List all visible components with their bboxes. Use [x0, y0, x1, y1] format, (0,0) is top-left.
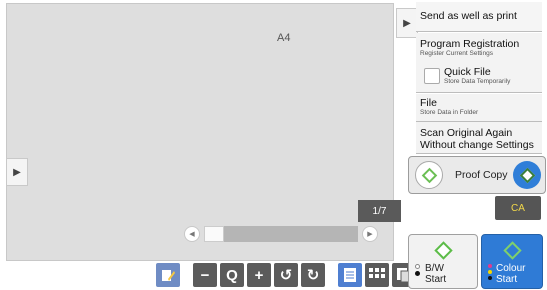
- preview-area: A4: [6, 3, 394, 261]
- send-print-label: Send as well as print: [420, 10, 517, 22]
- send-as-well-as-print-button[interactable]: Send as well as print: [416, 2, 542, 32]
- magnifier-icon[interactable]: Q: [220, 263, 244, 287]
- right-panel-handle[interactable]: ▶: [396, 8, 418, 38]
- bw-start-label: Start: [425, 274, 447, 285]
- thumbnail-view-icon[interactable]: [365, 263, 389, 287]
- pencil-icon: [162, 270, 175, 281]
- grid-icon: [369, 268, 385, 278]
- zoom-out-button[interactable]: −: [193, 263, 217, 287]
- proof-copy-button[interactable]: Proof Copy: [408, 156, 546, 194]
- expand-arrow-icon: ▶: [403, 17, 411, 29]
- scroll-track[interactable]: [204, 226, 358, 242]
- program-registration-title: Program Registration: [420, 38, 520, 50]
- proof-copy-label: Proof Copy: [455, 169, 508, 181]
- colour-start-button[interactable]: Colour Start: [481, 234, 543, 289]
- paper-size-label: A4: [277, 32, 291, 44]
- scroll-thumb[interactable]: [204, 226, 224, 242]
- file-subtitle: Store Data in Folder: [420, 109, 479, 116]
- scan-original-again-button[interactable]: Scan Original Again Without change Setti…: [416, 122, 542, 154]
- scroll-left-icon[interactable]: ◀: [184, 226, 200, 242]
- page-counter: 1/7: [358, 200, 401, 222]
- bw-label: B/W: [425, 263, 444, 274]
- scan-again-title: Scan Original Again Without change Setti…: [420, 127, 534, 151]
- start-diamond-icon: [432, 239, 454, 261]
- program-registration-button[interactable]: Program Registration Register Current Se…: [416, 33, 542, 65]
- preview-scrollbar[interactable]: ◀ ▶: [184, 225, 378, 243]
- zoom-in-button[interactable]: +: [247, 263, 271, 287]
- preview-toolbar: − Q + ↺ ↻: [156, 263, 416, 289]
- quick-file-checkbox[interactable]: [424, 68, 440, 84]
- file-title: File: [420, 97, 437, 109]
- quick-file-subtitle: Store Data Temporarily: [444, 78, 511, 85]
- edit-icon[interactable]: [156, 263, 180, 287]
- scroll-right-icon[interactable]: ▶: [362, 226, 378, 242]
- quick-file-button[interactable]: Quick File Store Data Temporarily: [416, 63, 542, 93]
- single-page-view-icon[interactable]: [338, 263, 362, 287]
- rotate-left-button[interactable]: ↺: [274, 263, 298, 287]
- bw-start-button[interactable]: B/W Start: [408, 234, 478, 289]
- file-button[interactable]: File Store Data in Folder: [416, 94, 542, 122]
- clear-all-button[interactable]: CA: [495, 196, 541, 220]
- page-icon: [344, 268, 356, 282]
- bw-indicator-icon: [415, 264, 420, 276]
- colour-indicator-icon: [488, 264, 492, 280]
- program-registration-subtitle: Register Current Settings: [420, 50, 493, 57]
- rotate-right-button[interactable]: ↻: [301, 263, 325, 287]
- bw-start-mini-icon: [415, 161, 443, 189]
- colour-label: Colour: [496, 263, 526, 274]
- colour-start-mini-icon: [513, 161, 541, 189]
- colour-start-label: Start: [496, 274, 518, 285]
- quick-file-title: Quick File: [444, 66, 491, 78]
- start-diamond-icon: [501, 239, 523, 261]
- expand-arrow-icon: ▶: [13, 166, 21, 178]
- left-panel-handle[interactable]: ▶: [6, 158, 28, 186]
